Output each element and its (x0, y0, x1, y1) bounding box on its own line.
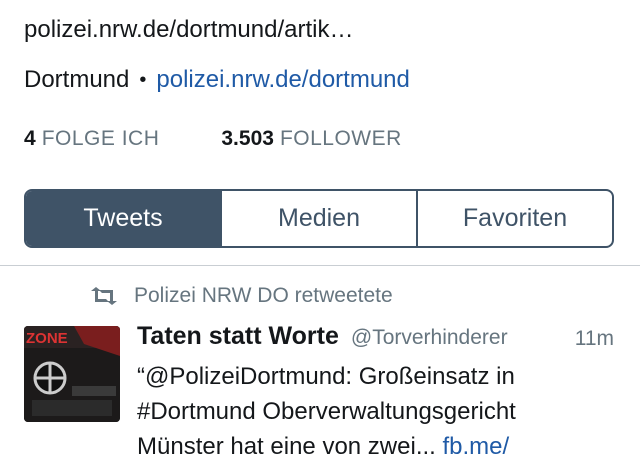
tweet-text-line-2: #Dortmund Oberverwaltungsgericht (137, 398, 516, 425)
profile-link-line[interactable]: polizei.nrw.de/dortmund/artik… (24, 16, 353, 44)
svg-text:ZONE: ZONE (26, 330, 68, 347)
tweet-text-line-3-prefix: Münster hat eine von zwei... (137, 433, 443, 460)
tweet-text-line-1: “@PolizeiDortmund: Großeinsatz in (137, 363, 515, 390)
location-label: Dortmund (24, 66, 130, 93)
profile-tabs: Tweets Medien Favoriten (24, 189, 614, 248)
profile-stats: 4 FOLGE ICH 3.503 FOLLOWER (24, 127, 402, 151)
followers-label: FOLLOWER (279, 127, 402, 150)
retweet-context: Polizei NRW DO retweetete (90, 284, 393, 308)
retweet-text: Polizei NRW DO retweetete (134, 284, 393, 307)
following-stat[interactable]: 4 FOLGE ICH (24, 127, 159, 151)
clipped-description-line (24, 0, 31, 14)
tweet-header: Taten statt Worte @Torverhinderer (137, 322, 508, 351)
website-link[interactable]: polizei.nrw.de/dortmund (156, 66, 409, 94)
tweet-timestamp: 11m (574, 327, 614, 350)
tweet-text-line-3: Münster hat eine von zwei... fb.me/ (137, 429, 617, 464)
separator-dot: • (139, 68, 147, 91)
retweet-icon (91, 287, 117, 305)
following-label: FOLGE ICH (41, 127, 160, 150)
followers-stat[interactable]: 3.503 FOLLOWER (221, 127, 401, 151)
followers-count: 3.503 (221, 127, 274, 150)
avatar[interactable]: ZONE (24, 326, 120, 422)
tab-favorites[interactable]: Favoriten (416, 191, 612, 246)
tweet-handle[interactable]: @Torverhinderer (351, 326, 508, 350)
tab-media[interactable]: Medien (220, 191, 416, 246)
following-count: 4 (24, 127, 36, 150)
tweet-link[interactable]: fb.me/ (442, 433, 509, 460)
tweet-display-name[interactable]: Taten statt Worte (137, 322, 339, 351)
location-row: Dortmund • polizei.nrw.de/dortmund (24, 66, 410, 94)
section-divider (0, 265, 640, 266)
avatar-image: ZONE (24, 326, 120, 422)
tweet-text: “@PolizeiDortmund: Großeinsatz in #Dortm… (137, 359, 617, 464)
tab-tweets[interactable]: Tweets (26, 191, 220, 246)
